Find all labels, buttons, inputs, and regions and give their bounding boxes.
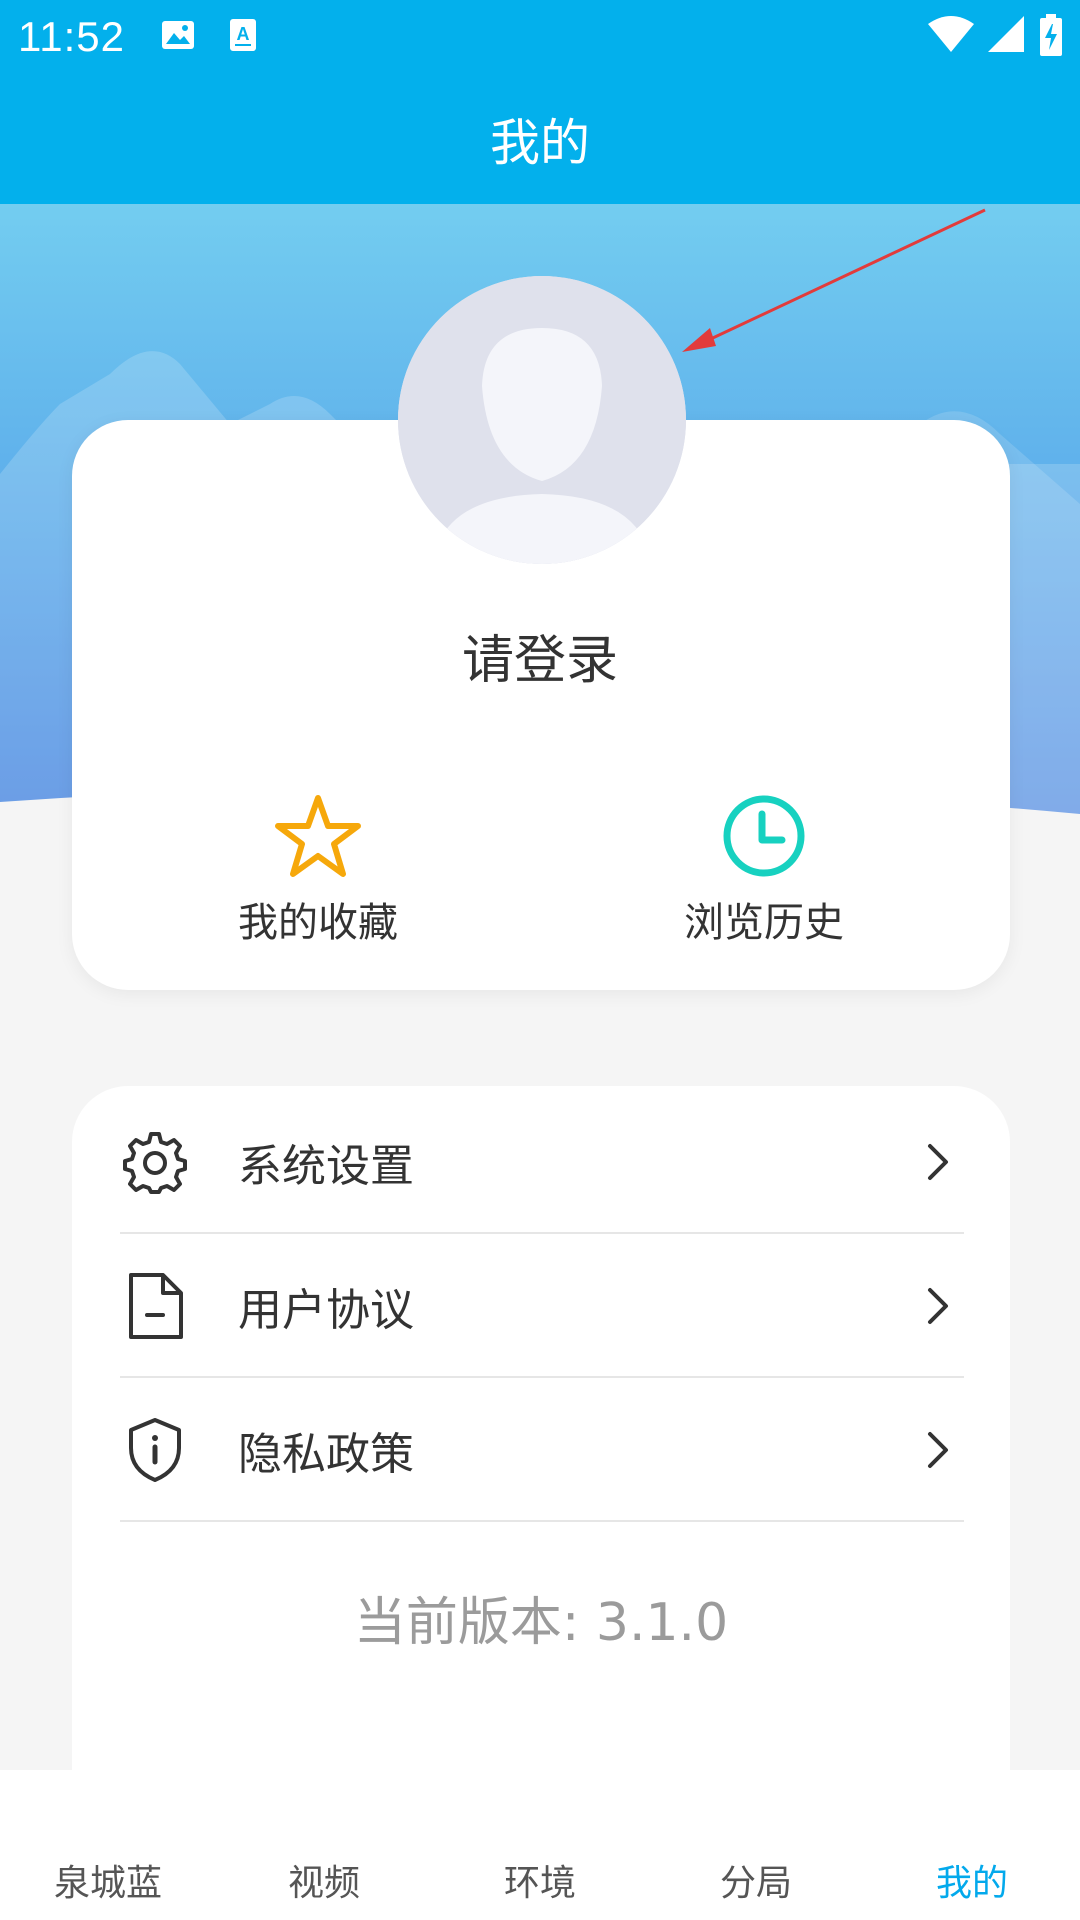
menu-item-system-settings[interactable]: 系统设置 xyxy=(120,1092,964,1234)
menu-item-label: 用户协议 xyxy=(238,1285,414,1336)
menu-card: 系统设置 用户协议 隐私政策 当前版本: 3.1.0 xyxy=(72,1086,1010,1796)
gear-icon xyxy=(120,1127,190,1197)
bottom-nav: 泉城蓝 视频 环境 分局 我的 xyxy=(0,1770,1080,1920)
text-notification-icon: A xyxy=(229,18,257,56)
page-title: 我的 xyxy=(490,114,590,172)
nav-tab-mine[interactable]: 我的 xyxy=(864,1770,1080,1920)
status-time: 11:52 xyxy=(18,13,125,60)
nav-tab-video[interactable]: 视频 xyxy=(216,1770,432,1920)
menu-item-label: 隐私政策 xyxy=(238,1429,414,1480)
star-icon xyxy=(275,795,361,877)
chevron-right-icon xyxy=(918,1142,958,1182)
favorites-label: 我的收藏 xyxy=(238,900,398,946)
battery-charging-icon xyxy=(1040,14,1062,60)
signal-icon xyxy=(988,16,1026,58)
app-version: 当前版本: 3.1.0 xyxy=(353,1593,729,1653)
app-header: 我的 xyxy=(0,74,1080,204)
svg-text:A: A xyxy=(237,24,250,44)
chevron-right-icon xyxy=(918,1286,958,1326)
image-notification-icon xyxy=(161,20,195,54)
avatar[interactable] xyxy=(398,276,686,564)
nav-tab-branch[interactable]: 分局 xyxy=(648,1770,864,1920)
favorites-button[interactable]: 我的收藏 xyxy=(178,792,458,948)
login-prompt[interactable]: 请登录 xyxy=(0,618,1080,693)
history-label: 浏览历史 xyxy=(684,900,844,946)
status-bar: 11:52 A xyxy=(0,0,1080,74)
nav-tab-environment[interactable]: 环境 xyxy=(432,1770,648,1920)
menu-item-privacy-policy[interactable]: 隐私政策 xyxy=(120,1380,964,1522)
chevron-right-icon xyxy=(918,1430,958,1470)
clock-icon xyxy=(723,795,805,877)
shield-info-icon xyxy=(120,1415,190,1485)
document-icon xyxy=(120,1271,190,1341)
avatar-placeholder-icon xyxy=(398,276,686,564)
menu-item-user-agreement[interactable]: 用户协议 xyxy=(120,1236,964,1378)
menu-item-label: 系统设置 xyxy=(238,1141,414,1192)
history-button[interactable]: 浏览历史 xyxy=(624,792,904,948)
wifi-icon xyxy=(928,16,974,58)
nav-tab-quanchenglan[interactable]: 泉城蓝 xyxy=(0,1770,216,1920)
